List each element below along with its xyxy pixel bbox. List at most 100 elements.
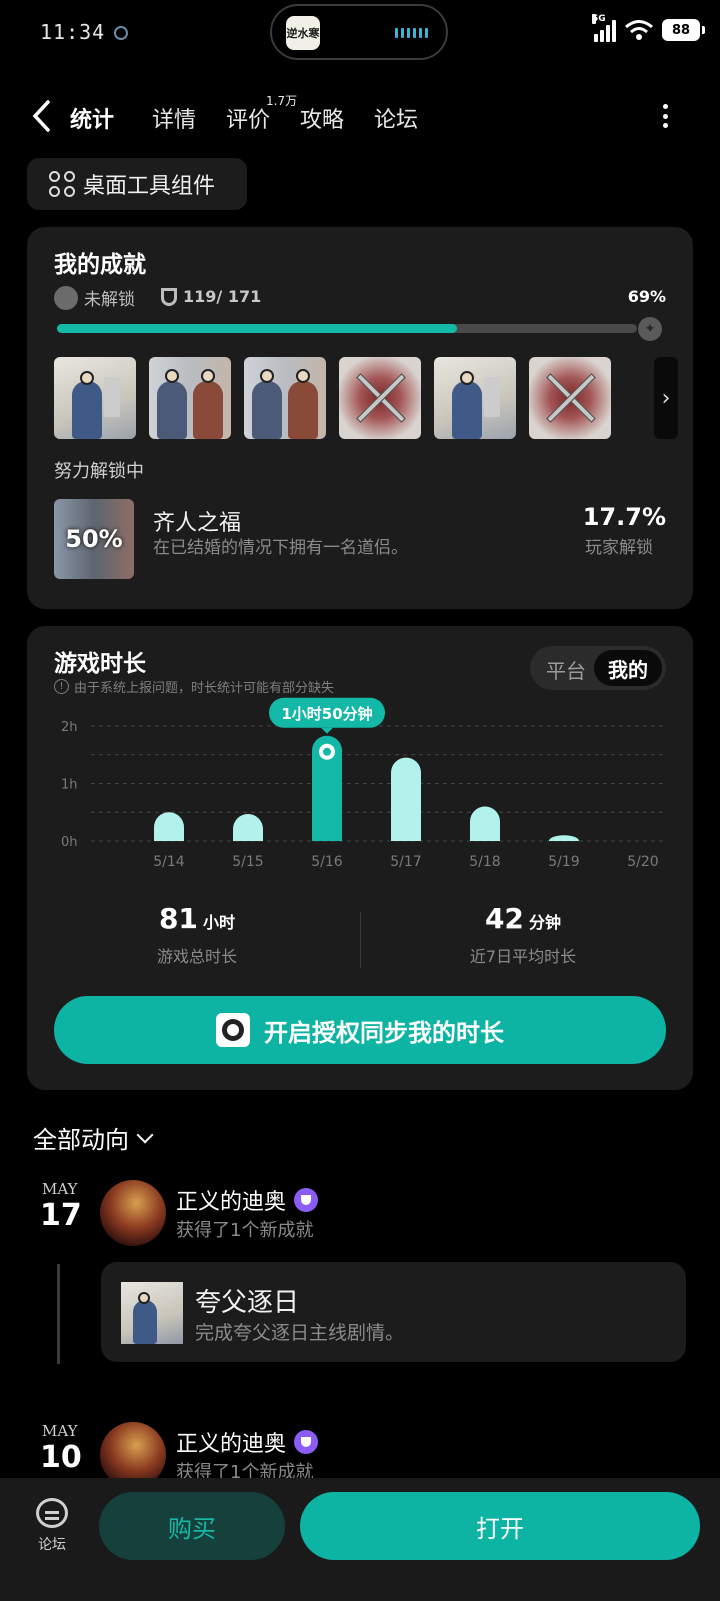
achievements-card[interactable]: 我的成就 未解锁 119/ 171 69% ✦ › 努力解锁中 50% 齐人之福… <box>27 227 693 609</box>
status-bar: 11:34 逆水寒 5G 88 <box>0 0 720 68</box>
feed-filter-dropdown[interactable]: 全部动向 <box>33 1120 154 1155</box>
tab-guides[interactable]: 攻略 <box>300 102 344 134</box>
cellular-signal-icon: 5G <box>592 14 616 42</box>
chart-tooltip-text: 1小时50分钟 <box>281 705 372 723</box>
in-progress-desc: 在已结婚的情况下拥有一名道侣。 <box>153 538 408 558</box>
chart-bar <box>233 813 263 841</box>
tab-details[interactable]: 详情 <box>152 102 196 134</box>
chart-x-tick: 5/17 <box>390 854 421 870</box>
game-logo-icon <box>216 1013 250 1047</box>
more-options-icon[interactable] <box>662 104 668 128</box>
segment-platform[interactable]: 平台 <box>546 655 586 684</box>
achievement-thumb[interactable] <box>339 357 421 439</box>
widget-grid-icon <box>49 171 75 197</box>
feed-month: MAY <box>42 1180 78 1198</box>
trophy-badge-icon <box>294 1188 319 1212</box>
locked-filter[interactable]: 未解锁 <box>54 285 135 310</box>
buy-button[interactable]: 购买 <box>99 1492 285 1560</box>
trophy-badge-icon <box>294 1430 319 1454</box>
player-unlock-label: 玩家解锁 <box>585 538 653 558</box>
chevron-right-icon[interactable]: › <box>654 357 678 439</box>
chart-bar <box>470 806 500 841</box>
feed-action: 获得了1个新成就 <box>176 1220 314 1241</box>
feed-filter-label: 全部动向 <box>33 1126 129 1154</box>
feed-achievement-card[interactable]: 夸父逐日 完成夸父逐日主线剧情。 <box>101 1262 686 1362</box>
tab-forum[interactable]: 论坛 <box>374 102 418 134</box>
chevron-down-icon <box>136 1126 154 1143</box>
trophy-icon <box>161 287 177 306</box>
achievement-percent: 69% <box>627 287 666 306</box>
sync-playtime-label: 开启授权同步我的时长 <box>264 1018 504 1047</box>
feed-user-name: 正义的迪奥 <box>176 1190 287 1215</box>
wifi-icon <box>625 20 653 40</box>
progress-end-star-icon: ✦ <box>638 317 662 341</box>
chart-x-tick: 5/19 <box>548 854 579 870</box>
chart-bar <box>391 757 421 841</box>
tab-reviews[interactable]: 评价 <box>226 102 270 134</box>
feed-achievement-title: 夸父逐日 <box>195 1288 300 1318</box>
feed-day: 10 <box>40 1440 82 1475</box>
achievement-count: 119/ 171 <box>161 287 261 306</box>
forum-icon[interactable] <box>36 1498 68 1528</box>
feed-user[interactable]: 正义的迪奥 <box>176 1426 319 1458</box>
desktop-widget-button[interactable]: 桌面工具组件 <box>27 158 247 210</box>
achievement-thumb[interactable] <box>54 357 136 439</box>
chart-y-tick: 2h <box>61 720 78 735</box>
achievement-count-text: 119/ 171 <box>183 287 262 306</box>
avg-playtime-label: 近7日平均时长 <box>469 947 577 966</box>
chart-bar <box>549 835 579 841</box>
review-count-badge: 1.7万 <box>266 94 298 108</box>
achievement-thumb[interactable] <box>149 357 231 439</box>
feed-day: 17 <box>40 1198 82 1233</box>
chart-x-tick: 5/16 <box>311 854 343 870</box>
info-icon: ! <box>54 679 69 694</box>
in-progress-label: 努力解锁中 <box>54 461 144 482</box>
bottom-action-bar: 论坛 购买 打开 <box>0 1478 720 1601</box>
playtime-note-text: 由于系统上报问题，时长统计可能有部分缺失 <box>74 681 335 696</box>
chart-x-tick: 5/18 <box>469 854 500 870</box>
in-progress-percent: 50% <box>65 525 123 553</box>
feed-user-name: 正义的迪奥 <box>176 1432 287 1457</box>
feed-month: MAY <box>42 1422 78 1440</box>
total-playtime-label: 游戏总时长 <box>156 947 237 966</box>
achievement-progress-fill <box>57 324 458 333</box>
top-nav: 统计 详情 评价 1.7万 攻略 论坛 <box>0 88 720 144</box>
back-arrow-icon[interactable] <box>30 98 54 134</box>
chart-bar <box>154 812 184 841</box>
playtime-segment-toggle: 平台 我的 <box>530 646 666 690</box>
sync-playtime-button[interactable]: 开启授权同步我的时长 <box>54 996 666 1064</box>
playtime-card: 游戏时长 ! 由于系统上报问题，时长统计可能有部分缺失 平台 我的 0h 1h 2h… <box>27 626 693 1090</box>
feed-user[interactable]: 正义的迪奥 <box>176 1184 319 1216</box>
dynamic-island[interactable]: 逆水寒 <box>270 4 448 60</box>
total-playtime: 81 小时 游戏总时长 <box>47 902 347 967</box>
locked-label: 未解锁 <box>84 290 135 310</box>
achievement-thumb[interactable] <box>529 357 611 439</box>
in-progress-thumb[interactable]: 50% <box>54 499 134 579</box>
sync-status-icon <box>114 26 128 40</box>
timeline-line <box>57 1264 60 1364</box>
chart-y-tick: 0h <box>61 835 78 850</box>
achievement-progress-bar <box>57 324 637 333</box>
playtime-title: 游戏时长 <box>54 651 146 677</box>
achievement-thumbnails <box>54 357 611 439</box>
total-playtime-value: 81 <box>158 902 198 935</box>
achievements-title: 我的成就 <box>54 252 146 278</box>
battery-icon: 88 <box>662 19 705 41</box>
avg-playtime: 42 分钟 近7日平均时长 <box>373 902 673 967</box>
network-type: 5G <box>592 14 606 24</box>
open-button[interactable]: 打开 <box>300 1492 700 1560</box>
locked-trophy-icon <box>54 285 78 310</box>
avatar[interactable] <box>100 1180 166 1246</box>
chart-y-tick: 1h <box>61 778 78 793</box>
forum-label[interactable]: 论坛 <box>38 1534 66 1554</box>
player-unlock-rate: 17.7% <box>582 503 666 531</box>
playtime-bar-chart: 0h 1h 2h 5/14 5/15 1小时50分钟 5/16 5/17 5/18 5/19 5/2… <box>61 697 667 870</box>
chart-x-tick: 5/15 <box>232 854 263 870</box>
segment-mine[interactable]: 我的 <box>594 650 662 686</box>
chart-bar-marker-dot <box>323 747 331 756</box>
achievement-thumb[interactable] <box>434 357 516 439</box>
island-app-icon: 逆水寒 <box>286 16 320 50</box>
achievement-thumb[interactable] <box>244 357 326 439</box>
chart-x-tick: 5/14 <box>153 854 185 870</box>
tab-stats[interactable]: 统计 <box>68 102 117 134</box>
